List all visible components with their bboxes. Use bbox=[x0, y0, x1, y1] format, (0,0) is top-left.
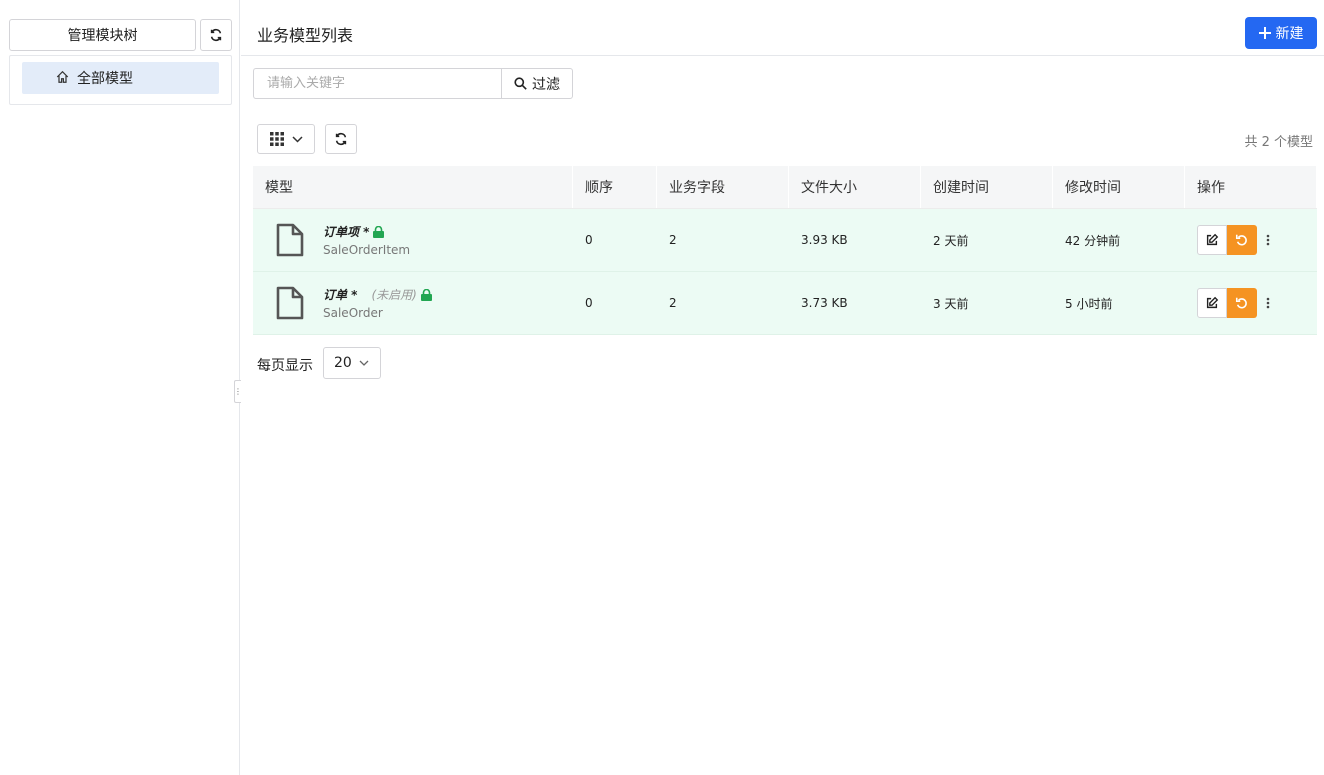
file-icon bbox=[276, 223, 304, 257]
column-header[interactable]: 文件大小 bbox=[789, 166, 921, 208]
model-name-text: 订单 * bbox=[323, 288, 358, 302]
module-tree: 全部模型 bbox=[9, 55, 232, 105]
size-cell: 3.93 KB bbox=[801, 233, 848, 247]
filter-button[interactable]: 过滤 bbox=[501, 68, 573, 99]
model-count: 共 2 个模型 bbox=[1244, 135, 1313, 150]
page-size-value: 20 bbox=[334, 355, 352, 371]
filter-button-label: 过滤 bbox=[532, 76, 560, 93]
new-button-label: 新建 bbox=[1275, 26, 1304, 42]
lock-icon bbox=[373, 225, 385, 238]
column-header[interactable]: 创建时间 bbox=[921, 166, 1053, 208]
model-cell: 订单 * (未启用) SaleOrder bbox=[253, 272, 573, 334]
refresh-icon bbox=[335, 132, 347, 146]
more-vertical-icon bbox=[1266, 234, 1270, 246]
edit-icon bbox=[1206, 296, 1219, 309]
sidebar-collapse-handle[interactable]: ⋮ bbox=[234, 380, 242, 403]
file-icon bbox=[276, 286, 304, 320]
revert-button[interactable] bbox=[1227, 288, 1257, 318]
order-cell: 0 bbox=[585, 296, 593, 310]
column-header[interactable]: 模型 bbox=[253, 166, 573, 208]
lock-icon bbox=[420, 288, 432, 301]
revert-button[interactable] bbox=[1227, 225, 1257, 255]
model-code: SaleOrder bbox=[323, 306, 383, 320]
model-name-text: 订单项 * bbox=[323, 225, 370, 239]
tree-refresh-button[interactable] bbox=[200, 19, 232, 51]
model-cell: 订单项 * SaleOrderItem bbox=[253, 209, 573, 271]
sidebar: 管理模块树 全部模型 ⋮ bbox=[0, 0, 242, 775]
model-name[interactable]: 订单 * (未启用) bbox=[323, 286, 432, 303]
undo-icon bbox=[1235, 234, 1247, 246]
model-name[interactable]: 订单项 * bbox=[323, 223, 410, 240]
fields-cell: 2 bbox=[669, 296, 677, 310]
page-title: 业务模型列表 bbox=[257, 26, 354, 45]
size-cell: 3.73 KB bbox=[801, 296, 848, 310]
list-refresh-button[interactable] bbox=[325, 124, 357, 154]
actions-cell bbox=[1185, 272, 1317, 334]
column-header[interactable]: 修改时间 bbox=[1053, 166, 1185, 208]
manage-module-tree-button[interactable]: 管理模块树 bbox=[9, 19, 196, 51]
actions-cell bbox=[1185, 209, 1317, 271]
search-input[interactable] bbox=[253, 68, 502, 99]
column-header[interactable]: 顺序 bbox=[573, 166, 657, 208]
sidebar-item-all-models[interactable]: 全部模型 bbox=[22, 62, 219, 94]
edit-button[interactable] bbox=[1197, 288, 1227, 318]
plus-icon bbox=[1258, 27, 1271, 39]
manage-module-tree-label: 管理模块树 bbox=[67, 28, 138, 44]
main-panel: 业务模型列表 新建 过滤 共 2 个模型 模型 顺序 bbox=[241, 0, 1324, 775]
disabled-label: (未启用) bbox=[371, 288, 417, 302]
search-icon bbox=[514, 77, 527, 90]
fields-cell: 2 bbox=[669, 233, 677, 247]
page-size-label: 每页显示 bbox=[257, 358, 313, 374]
grid-icon bbox=[269, 132, 284, 146]
page-size-select[interactable]: 20 bbox=[323, 347, 381, 379]
view-mode-dropdown[interactable] bbox=[257, 124, 315, 154]
more-options-button[interactable] bbox=[1257, 225, 1279, 255]
table-header: 模型 顺序 业务字段 文件大小 创建时间 修改时间 操作 bbox=[253, 166, 1317, 209]
model-table: 模型 顺序 业务字段 文件大小 创建时间 修改时间 操作 订单项 * SaleO… bbox=[253, 166, 1317, 335]
undo-icon bbox=[1235, 297, 1247, 309]
edit-button[interactable] bbox=[1197, 225, 1227, 255]
sidebar-item-label: 全部模型 bbox=[77, 71, 133, 87]
chevron-down-icon bbox=[359, 360, 369, 366]
order-cell: 0 bbox=[585, 233, 593, 247]
column-header[interactable]: 业务字段 bbox=[657, 166, 789, 208]
model-code: SaleOrderItem bbox=[323, 243, 411, 257]
edit-icon bbox=[1206, 233, 1219, 246]
table-row[interactable]: 订单 * (未启用) SaleOrder 0 2 3.73 KB 3 天前 5 … bbox=[253, 272, 1317, 335]
more-vertical-icon bbox=[1266, 297, 1270, 309]
created-cell: 2 天前 bbox=[933, 233, 969, 248]
table-row[interactable]: 订单项 * SaleOrderItem 0 2 3.93 KB 2 天前 42 … bbox=[253, 209, 1317, 272]
created-cell: 3 天前 bbox=[933, 296, 969, 311]
home-icon bbox=[56, 70, 69, 83]
column-header: 操作 bbox=[1185, 166, 1317, 208]
refresh-icon bbox=[210, 28, 222, 42]
more-options-button[interactable] bbox=[1257, 288, 1279, 318]
chevron-down-icon bbox=[291, 135, 303, 143]
modified-cell: 42 分钟前 bbox=[1065, 233, 1121, 248]
new-button[interactable]: 新建 bbox=[1245, 17, 1317, 49]
modified-cell: 5 小时前 bbox=[1065, 296, 1113, 311]
header-divider bbox=[241, 55, 1324, 56]
